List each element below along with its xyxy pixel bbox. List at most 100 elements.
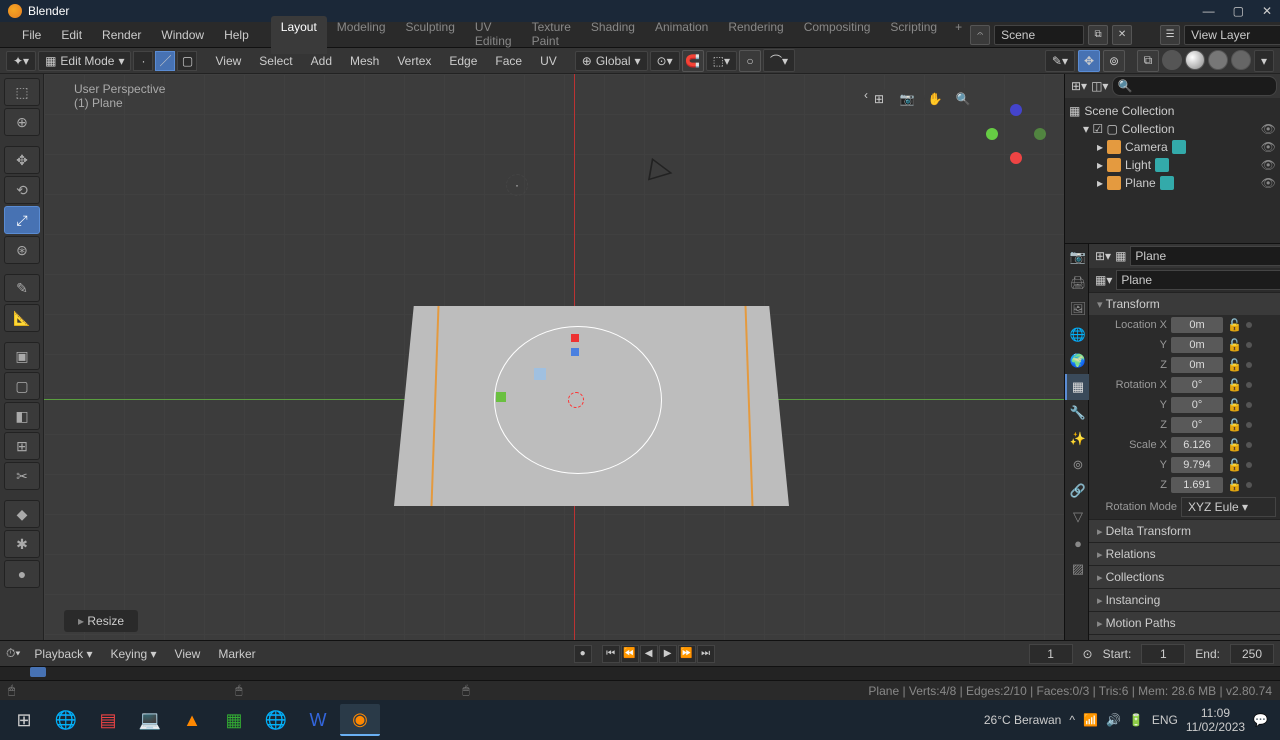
outliner-item-camera[interactable]: ▸ Camera 👁 (1069, 138, 1276, 156)
scene-name-input[interactable] (994, 25, 1084, 45)
prop-tab-mesh[interactable]: ▽ (1065, 504, 1089, 530)
transform-panel-head[interactable]: Transform (1089, 292, 1280, 315)
nav-camera-icon[interactable]: 📷 (896, 88, 918, 110)
lock-icon[interactable]: 🔓 (1227, 358, 1242, 372)
scale-y-input[interactable] (1171, 457, 1223, 473)
prop-tab-texture[interactable]: ▨ (1065, 556, 1089, 582)
proportional-toggle[interactable]: ○ (739, 50, 761, 72)
editor-type-dropdown[interactable]: ✦▾ (6, 51, 36, 71)
autokey-button[interactable]: ● (574, 645, 592, 663)
timeline-editor-dropdown[interactable]: ⏱▾ (6, 646, 20, 661)
visibility-panel[interactable]: Visibility (1089, 634, 1280, 640)
minimize-button[interactable]: — (1203, 4, 1215, 18)
jump-end-button[interactable]: ⏭ (697, 645, 715, 663)
taskbar-blender-icon[interactable]: ◉ (340, 704, 380, 736)
gizmo-x-handle[interactable] (496, 392, 506, 402)
tray-clock[interactable]: 11:09 11/02/2023 (1186, 706, 1245, 735)
tray-battery-icon[interactable]: 🔋 (1129, 713, 1144, 727)
taskbar-edge-icon[interactable]: 🌐 (46, 704, 86, 736)
axis-y-icon[interactable] (986, 128, 998, 140)
keyframe-dot[interactable] (1246, 362, 1252, 368)
scale-tool[interactable]: ⤢ (4, 206, 40, 234)
keying-menu[interactable]: Keying ▾ (106, 647, 160, 661)
orientation-dropdown[interactable]: ⊕ Global ▾ (575, 51, 648, 71)
scale-x-input[interactable] (1171, 437, 1223, 453)
delta-transform-panel[interactable]: Delta Transform (1089, 519, 1280, 542)
select-face-button[interactable]: ▢ (177, 51, 197, 71)
start-button[interactable]: ⊞ (4, 704, 44, 736)
overlays-toggle[interactable]: ⊚ (1103, 50, 1125, 72)
weather-widget[interactable]: 26°C Berawan (984, 713, 1062, 727)
marker-menu[interactable]: Marker (214, 647, 259, 661)
tab-sculpting[interactable]: Sculpting (396, 16, 465, 54)
next-keyframe-button[interactable]: ⏩ (678, 645, 696, 663)
lock-icon[interactable]: 🔓 (1227, 438, 1242, 452)
gizmo-z-handle[interactable] (571, 348, 579, 356)
add-menu[interactable]: Add (303, 54, 340, 68)
vertex-menu[interactable]: Vertex (389, 54, 439, 68)
annotate-tool[interactable]: ✎ (4, 274, 40, 302)
outliner-search-input[interactable] (1112, 76, 1277, 96)
outliner-scene-collection[interactable]: ▦ Scene Collection (1069, 102, 1276, 120)
tab-uv-editing[interactable]: UV Editing (465, 16, 522, 54)
snapping-toggle[interactable]: 🧲 (682, 50, 704, 72)
transform-tool[interactable]: ⊛ (4, 236, 40, 264)
prop-editor-dropdown[interactable]: ⊞▾ (1095, 249, 1111, 263)
inset-tool[interactable]: ▢ (4, 372, 40, 400)
tab-texture-paint[interactable]: Texture Paint (522, 16, 581, 54)
instancing-panel[interactable]: Instancing (1089, 588, 1280, 611)
scene-browse-button[interactable]: 𝄐 (970, 25, 990, 45)
nav-zoom-icon[interactable]: 🔍 (952, 88, 974, 110)
shading-solid[interactable] (1185, 50, 1205, 70)
visibility-toggle[interactable]: 👁 (1261, 158, 1276, 172)
tray-notifications-icon[interactable]: 💬 (1253, 713, 1268, 727)
prop-tab-constraints[interactable]: 🔗 (1065, 478, 1089, 504)
rotation-mode-dropdown[interactable]: XYZ Eule ▾ (1181, 497, 1276, 517)
playback-menu[interactable]: Playback ▾ (30, 647, 96, 661)
polybuild-tool[interactable]: ◆ (4, 500, 40, 528)
keyframe-dot[interactable] (1246, 462, 1252, 468)
viewlayer-browse-button[interactable]: ☰ (1160, 25, 1180, 45)
tab-animation[interactable]: Animation (645, 16, 718, 54)
scale-z-input[interactable] (1171, 477, 1223, 493)
visibility-toggle[interactable]: 👁 (1261, 176, 1276, 190)
view-menu[interactable]: View (207, 54, 249, 68)
menu-render[interactable]: Render (92, 28, 151, 42)
prev-keyframe-button[interactable]: ⏪ (621, 645, 639, 663)
axis-nav-gizmo[interactable] (986, 104, 1046, 164)
taskbar-excel-icon[interactable]: ▦ (214, 704, 254, 736)
lock-icon[interactable]: 🔓 (1227, 418, 1242, 432)
gizmo-toggle[interactable]: ✥ (1078, 50, 1100, 72)
axis-x-icon[interactable] (1010, 152, 1022, 164)
proportional-dropdown[interactable]: ⌒▾ (763, 49, 795, 72)
outliner-item-light[interactable]: ▸ Light 👁 (1069, 156, 1276, 174)
rotation-z-input[interactable] (1171, 417, 1223, 433)
prop-tab-material[interactable]: ● (1065, 530, 1089, 556)
shading-rendered[interactable] (1231, 50, 1251, 70)
lock-icon[interactable]: 🔓 (1227, 338, 1242, 352)
prop-tab-object[interactable]: ▦ (1065, 374, 1089, 400)
menu-file[interactable]: File (12, 28, 51, 42)
keyframe-dot[interactable] (1246, 402, 1252, 408)
menu-edit[interactable]: Edit (51, 28, 92, 42)
bevel-tool[interactable]: ◧ (4, 402, 40, 430)
face-menu[interactable]: Face (487, 54, 530, 68)
keyframe-dot[interactable] (1246, 322, 1252, 328)
location-x-input[interactable] (1171, 317, 1223, 333)
current-frame-input[interactable] (1029, 644, 1073, 664)
tray-volume-icon[interactable]: 🔊 (1106, 713, 1121, 727)
outliner-type-dropdown[interactable]: ⊞▾ (1071, 79, 1087, 93)
start-frame-input[interactable] (1141, 644, 1185, 664)
lock-icon[interactable]: 🔓 (1227, 398, 1242, 412)
location-y-input[interactable] (1171, 337, 1223, 353)
gizmo-y-handle[interactable] (571, 334, 579, 342)
last-operator-panel[interactable]: Resize (64, 610, 138, 632)
timeline-track[interactable] (0, 666, 1280, 680)
cursor-tool[interactable]: ⊕ (4, 108, 40, 136)
move-tool[interactable]: ✥ (4, 146, 40, 174)
select-vertex-button[interactable]: · (133, 51, 153, 71)
axis-neg-y-icon[interactable] (1034, 128, 1046, 140)
spin-tool[interactable]: ✱ (4, 530, 40, 558)
tray-chevron-icon[interactable]: ^ (1069, 713, 1075, 727)
add-workspace-button[interactable]: + (947, 16, 970, 54)
